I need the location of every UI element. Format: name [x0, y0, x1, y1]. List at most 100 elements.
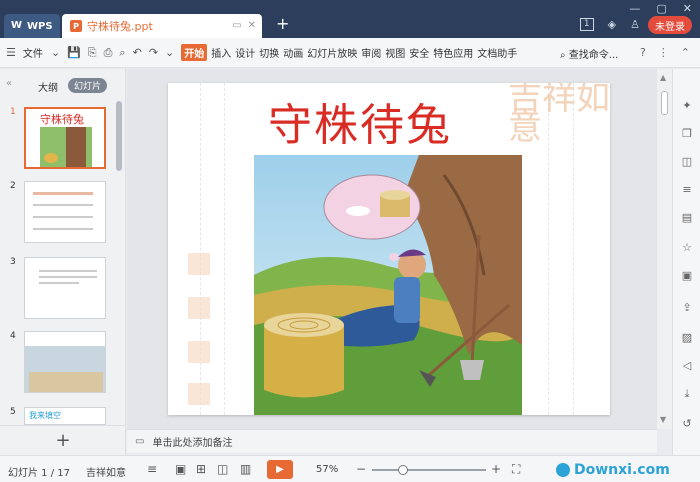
document-tab[interactable]: P 守株待兔.ppt ▭ ✕: [62, 14, 262, 38]
tab-review[interactable]: 审阅: [361, 45, 381, 60]
tab-transition[interactable]: 切换: [259, 45, 279, 60]
zoom-level[interactable]: 57%: [316, 464, 338, 475]
add-slide-button[interactable]: +: [0, 425, 126, 455]
title-bar: W WPS P 守株待兔.ppt ▭ ✕ + — ▢ ✕ 1 ◈ ♙ 未登录: [0, 0, 700, 38]
notes-placeholder: 单击此处添加备注: [152, 438, 233, 449]
collapse-panel-icon[interactable]: «: [6, 78, 12, 89]
image-icon[interactable]: ▨: [680, 331, 694, 345]
thumb-illustration: [40, 127, 92, 167]
redo-icon[interactable]: ↷: [149, 46, 158, 59]
tab-security[interactable]: 安全: [409, 45, 429, 60]
scroll-down-icon[interactable]: ▼: [660, 415, 666, 424]
settings-sliders-icon[interactable]: ≡: [680, 183, 694, 197]
more-options-icon[interactable]: ⋮: [658, 46, 669, 59]
copy-icon[interactable]: ❐: [680, 127, 694, 141]
thumbnail-row-5[interactable]: 5 我来填空: [10, 407, 106, 425]
maximize-icon[interactable]: ▢: [656, 2, 666, 15]
tab-view[interactable]: 视图: [385, 45, 405, 60]
audio-icon[interactable]: ◁: [680, 359, 694, 373]
slide-editing-canvas: 吉祥如意 守株待兔: [127, 69, 657, 429]
zoom-out-icon[interactable]: −: [356, 462, 366, 476]
shirt-icon[interactable]: ♙: [630, 18, 640, 31]
zoom-slider-knob[interactable]: [397, 465, 408, 475]
slide-illustration[interactable]: [254, 155, 522, 415]
minimize-icon[interactable]: —: [629, 2, 640, 15]
print-icon[interactable]: ⎙: [104, 46, 113, 60]
new-tab-button[interactable]: +: [276, 16, 289, 32]
search-icon: ⌕: [560, 50, 566, 61]
layout-dropdown-icon[interactable]: ▥: [240, 462, 251, 476]
slide-thumbnail[interactable]: [24, 257, 106, 319]
star-icon[interactable]: ☆: [680, 241, 694, 255]
thumbnail-row-1[interactable]: 1 守株待兔: [10, 107, 106, 169]
current-slide[interactable]: 吉祥如意 守株待兔: [168, 83, 610, 415]
wps-logo-icon: W: [11, 20, 23, 31]
slide-thumbnail[interactable]: 守株待兔: [24, 107, 106, 169]
print-preview-icon[interactable]: ⌕: [119, 46, 125, 60]
decorative-stamp: [188, 341, 210, 363]
right-sidebar: ✦ ❐ ◫ ≡ ▤ ☆ ▣ ⇪ ▨ ◁ ⤓ ↺: [672, 69, 700, 455]
slide-thumbnail-panel: « 大纲 幻灯片 1 守株待兔 2 3 4 5 我来填空 +: [0, 69, 126, 455]
save-icon[interactable]: 💾: [67, 46, 81, 59]
gallery-icon[interactable]: ▤: [680, 211, 694, 225]
notes-toggle-icon[interactable]: ≡: [147, 462, 157, 476]
skin-icon[interactable]: ◈: [608, 18, 616, 31]
canvas-scrollbar[interactable]: ▲ ▼: [657, 69, 672, 429]
slide-number: 5: [10, 407, 16, 417]
download-icon[interactable]: ⤓: [680, 387, 694, 401]
slide-title[interactable]: 守株待兔: [268, 89, 452, 153]
help-icon[interactable]: ?: [640, 46, 646, 59]
scrollbar-thumb[interactable]: [661, 91, 668, 115]
window-count-badge[interactable]: 1: [579, 18, 594, 31]
thumbnail-scrollbar[interactable]: [116, 101, 122, 171]
float-window-icon[interactable]: ▭: [232, 20, 241, 31]
notes-pane[interactable]: ▭ 单击此处添加备注: [127, 429, 657, 453]
shapes-icon[interactable]: ◫: [680, 155, 694, 169]
slide-sorter-icon[interactable]: ⊞: [196, 462, 206, 476]
tab-slideshow[interactable]: 幻灯片放映: [307, 45, 357, 60]
share-icon[interactable]: ⇪: [680, 301, 694, 315]
tab-design[interactable]: 设计: [235, 45, 255, 60]
zoom-in-icon[interactable]: +: [491, 462, 501, 476]
history-icon[interactable]: ↺: [680, 417, 694, 431]
decorative-stamp: [188, 297, 210, 319]
command-search[interactable]: ⌕ 查找命令...: [560, 46, 618, 61]
tab-outline[interactable]: 大纲: [38, 79, 58, 94]
play-slideshow-button[interactable]: ▶: [267, 460, 293, 479]
chevron-down-icon[interactable]: ⌄: [51, 46, 60, 59]
slide-thumbnail[interactable]: 我来填空: [24, 407, 106, 425]
thumbnail-row-4[interactable]: 4: [10, 331, 106, 393]
tab-animation[interactable]: 动画: [283, 45, 303, 60]
file-menu[interactable]: 文件: [23, 45, 43, 60]
slide-thumbnail[interactable]: [24, 331, 106, 393]
pin-icon[interactable]: ✦: [680, 99, 694, 113]
tab-insert[interactable]: 插入: [211, 45, 231, 60]
watermark-text: Downxi.com: [574, 462, 670, 478]
slide-thumbnail[interactable]: [24, 181, 106, 243]
slide-number: 3: [10, 257, 16, 267]
thumbnail-row-2[interactable]: 2: [10, 181, 106, 243]
close-window-icon[interactable]: ✕: [683, 2, 692, 15]
tab-home[interactable]: 开始: [181, 44, 208, 61]
tab-features[interactable]: 特色应用: [433, 45, 473, 60]
fit-window-icon[interactable]: ⛶: [512, 462, 520, 477]
tab-doc-assistant[interactable]: 文档助手: [477, 45, 517, 60]
archive-icon[interactable]: ▣: [680, 269, 694, 283]
zoom-slider[interactable]: [372, 469, 486, 471]
reading-view-icon[interactable]: ◫: [217, 462, 228, 476]
customize-dropdown-icon[interactable]: ⌄: [165, 46, 174, 59]
normal-view-icon[interactable]: ▣: [175, 462, 186, 476]
tab-slides[interactable]: 幻灯片: [68, 78, 108, 93]
scroll-up-icon[interactable]: ▲: [660, 73, 666, 82]
thumbnail-row-3[interactable]: 3: [10, 257, 106, 319]
collapse-ribbon-icon[interactable]: ⌃: [681, 46, 690, 59]
close-tab-icon[interactable]: ✕: [248, 20, 256, 31]
undo-icon[interactable]: ↶: [133, 46, 142, 59]
thumb-title: 守株待兔: [40, 113, 84, 126]
hamburger-menu-icon[interactable]: ☰: [6, 46, 16, 59]
theme-name[interactable]: 吉祥如意: [86, 464, 126, 479]
login-button[interactable]: 未登录: [648, 16, 692, 34]
wps-app-name: WPS: [27, 20, 53, 32]
export-pdf-icon[interactable]: ⎘: [88, 46, 97, 60]
wps-home-tab[interactable]: W WPS: [4, 14, 60, 38]
